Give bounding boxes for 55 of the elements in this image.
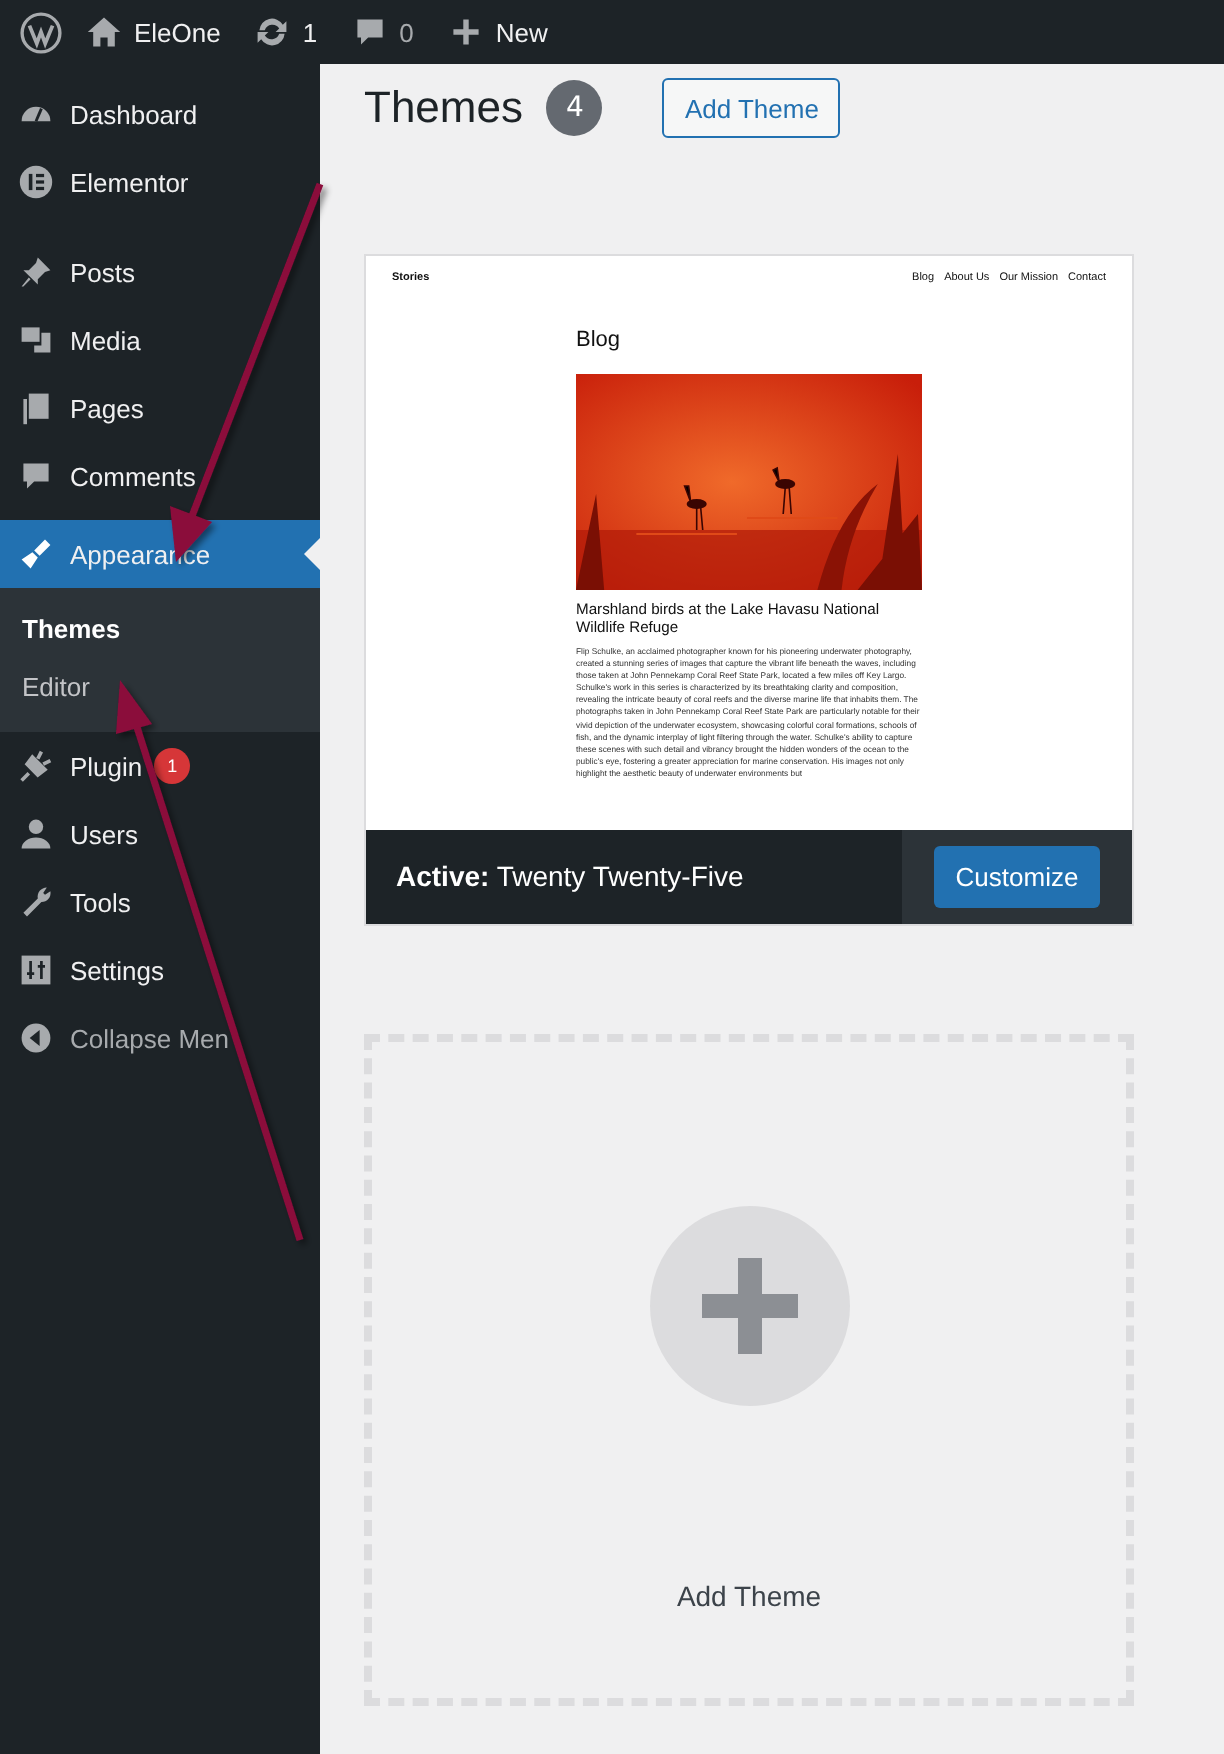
- wrench-icon: [18, 884, 54, 920]
- menu-label: Pages: [70, 393, 144, 423]
- menu-label: Elementor: [70, 167, 189, 197]
- count-badge: 4: [546, 80, 603, 136]
- menu-item[interactable]: Media: [0, 306, 320, 374]
- refresh-icon: [254, 14, 291, 50]
- theme-card[interactable]: [364, 254, 1134, 926]
- page-title: Themes: [364, 82, 523, 134]
- add-theme-label: Add Theme: [676, 1580, 822, 1612]
- elementor-icon: [18, 164, 54, 200]
- comments-link[interactable]: 0: [351, 14, 414, 50]
- submenu-item[interactable]: Editor: [0, 658, 320, 716]
- collapse-icon: [18, 1020, 54, 1056]
- active-theme-name: Active: Twenty Twenty-Five: [394, 858, 746, 896]
- menu-item[interactable]: Posts: [0, 238, 320, 306]
- menu-label: Tools: [70, 887, 131, 917]
- plus-icon: [447, 14, 484, 50]
- count-badge: 1: [154, 748, 191, 784]
- menu-label: Comments: [70, 461, 196, 491]
- menu-item[interactable]: Tools: [0, 868, 320, 936]
- current-pointer: [304, 538, 320, 570]
- menu-item[interactable]: Users: [0, 800, 320, 868]
- comment-icon: [351, 14, 388, 50]
- add-theme-button[interactable]: Add Theme: [662, 78, 841, 138]
- menu-item[interactable]: Pages: [0, 374, 320, 442]
- brush-icon: [18, 536, 54, 572]
- pin-icon: [18, 254, 54, 290]
- plug-icon: [18, 748, 54, 784]
- site-name-link[interactable]: EleOne: [86, 14, 221, 50]
- customize-button[interactable]: Customize: [933, 846, 1101, 908]
- menu-label: Users: [70, 819, 138, 849]
- home-icon: [86, 14, 122, 50]
- menu-label: Settings: [70, 955, 164, 985]
- menu-label: Posts: [70, 257, 136, 287]
- menu-item[interactable]: Settings: [0, 936, 320, 1004]
- add-theme-card[interactable]: Add Theme: [364, 1034, 1134, 1706]
- new-link[interactable]: New: [447, 14, 548, 50]
- menu-label: Dashboard: [70, 99, 198, 129]
- plus-icon: [649, 1206, 849, 1406]
- collapse-menu-button[interactable]: Collapse Men: [0, 1004, 320, 1072]
- menu-item[interactable]: Elementor: [0, 148, 320, 216]
- menu-item[interactable]: Plugin 1: [0, 732, 320, 800]
- menu-label: Media: [70, 325, 141, 355]
- user-icon: [18, 816, 54, 852]
- submenu-item[interactable]: Themes: [0, 600, 320, 658]
- sliders-icon: [18, 952, 54, 988]
- wordpress-logo-icon[interactable]: [20, 11, 62, 53]
- page-heading: Blog: [576, 328, 623, 352]
- comment-icon: [18, 458, 54, 494]
- updates-link[interactable]: 1: [254, 14, 318, 50]
- media-icon: [18, 322, 54, 358]
- menu-item[interactable]: Dashboard: [0, 80, 320, 148]
- pages-icon: [18, 390, 54, 426]
- menu-label: Plugin: [70, 751, 143, 781]
- menu-item[interactable]: Comments: [0, 442, 320, 510]
